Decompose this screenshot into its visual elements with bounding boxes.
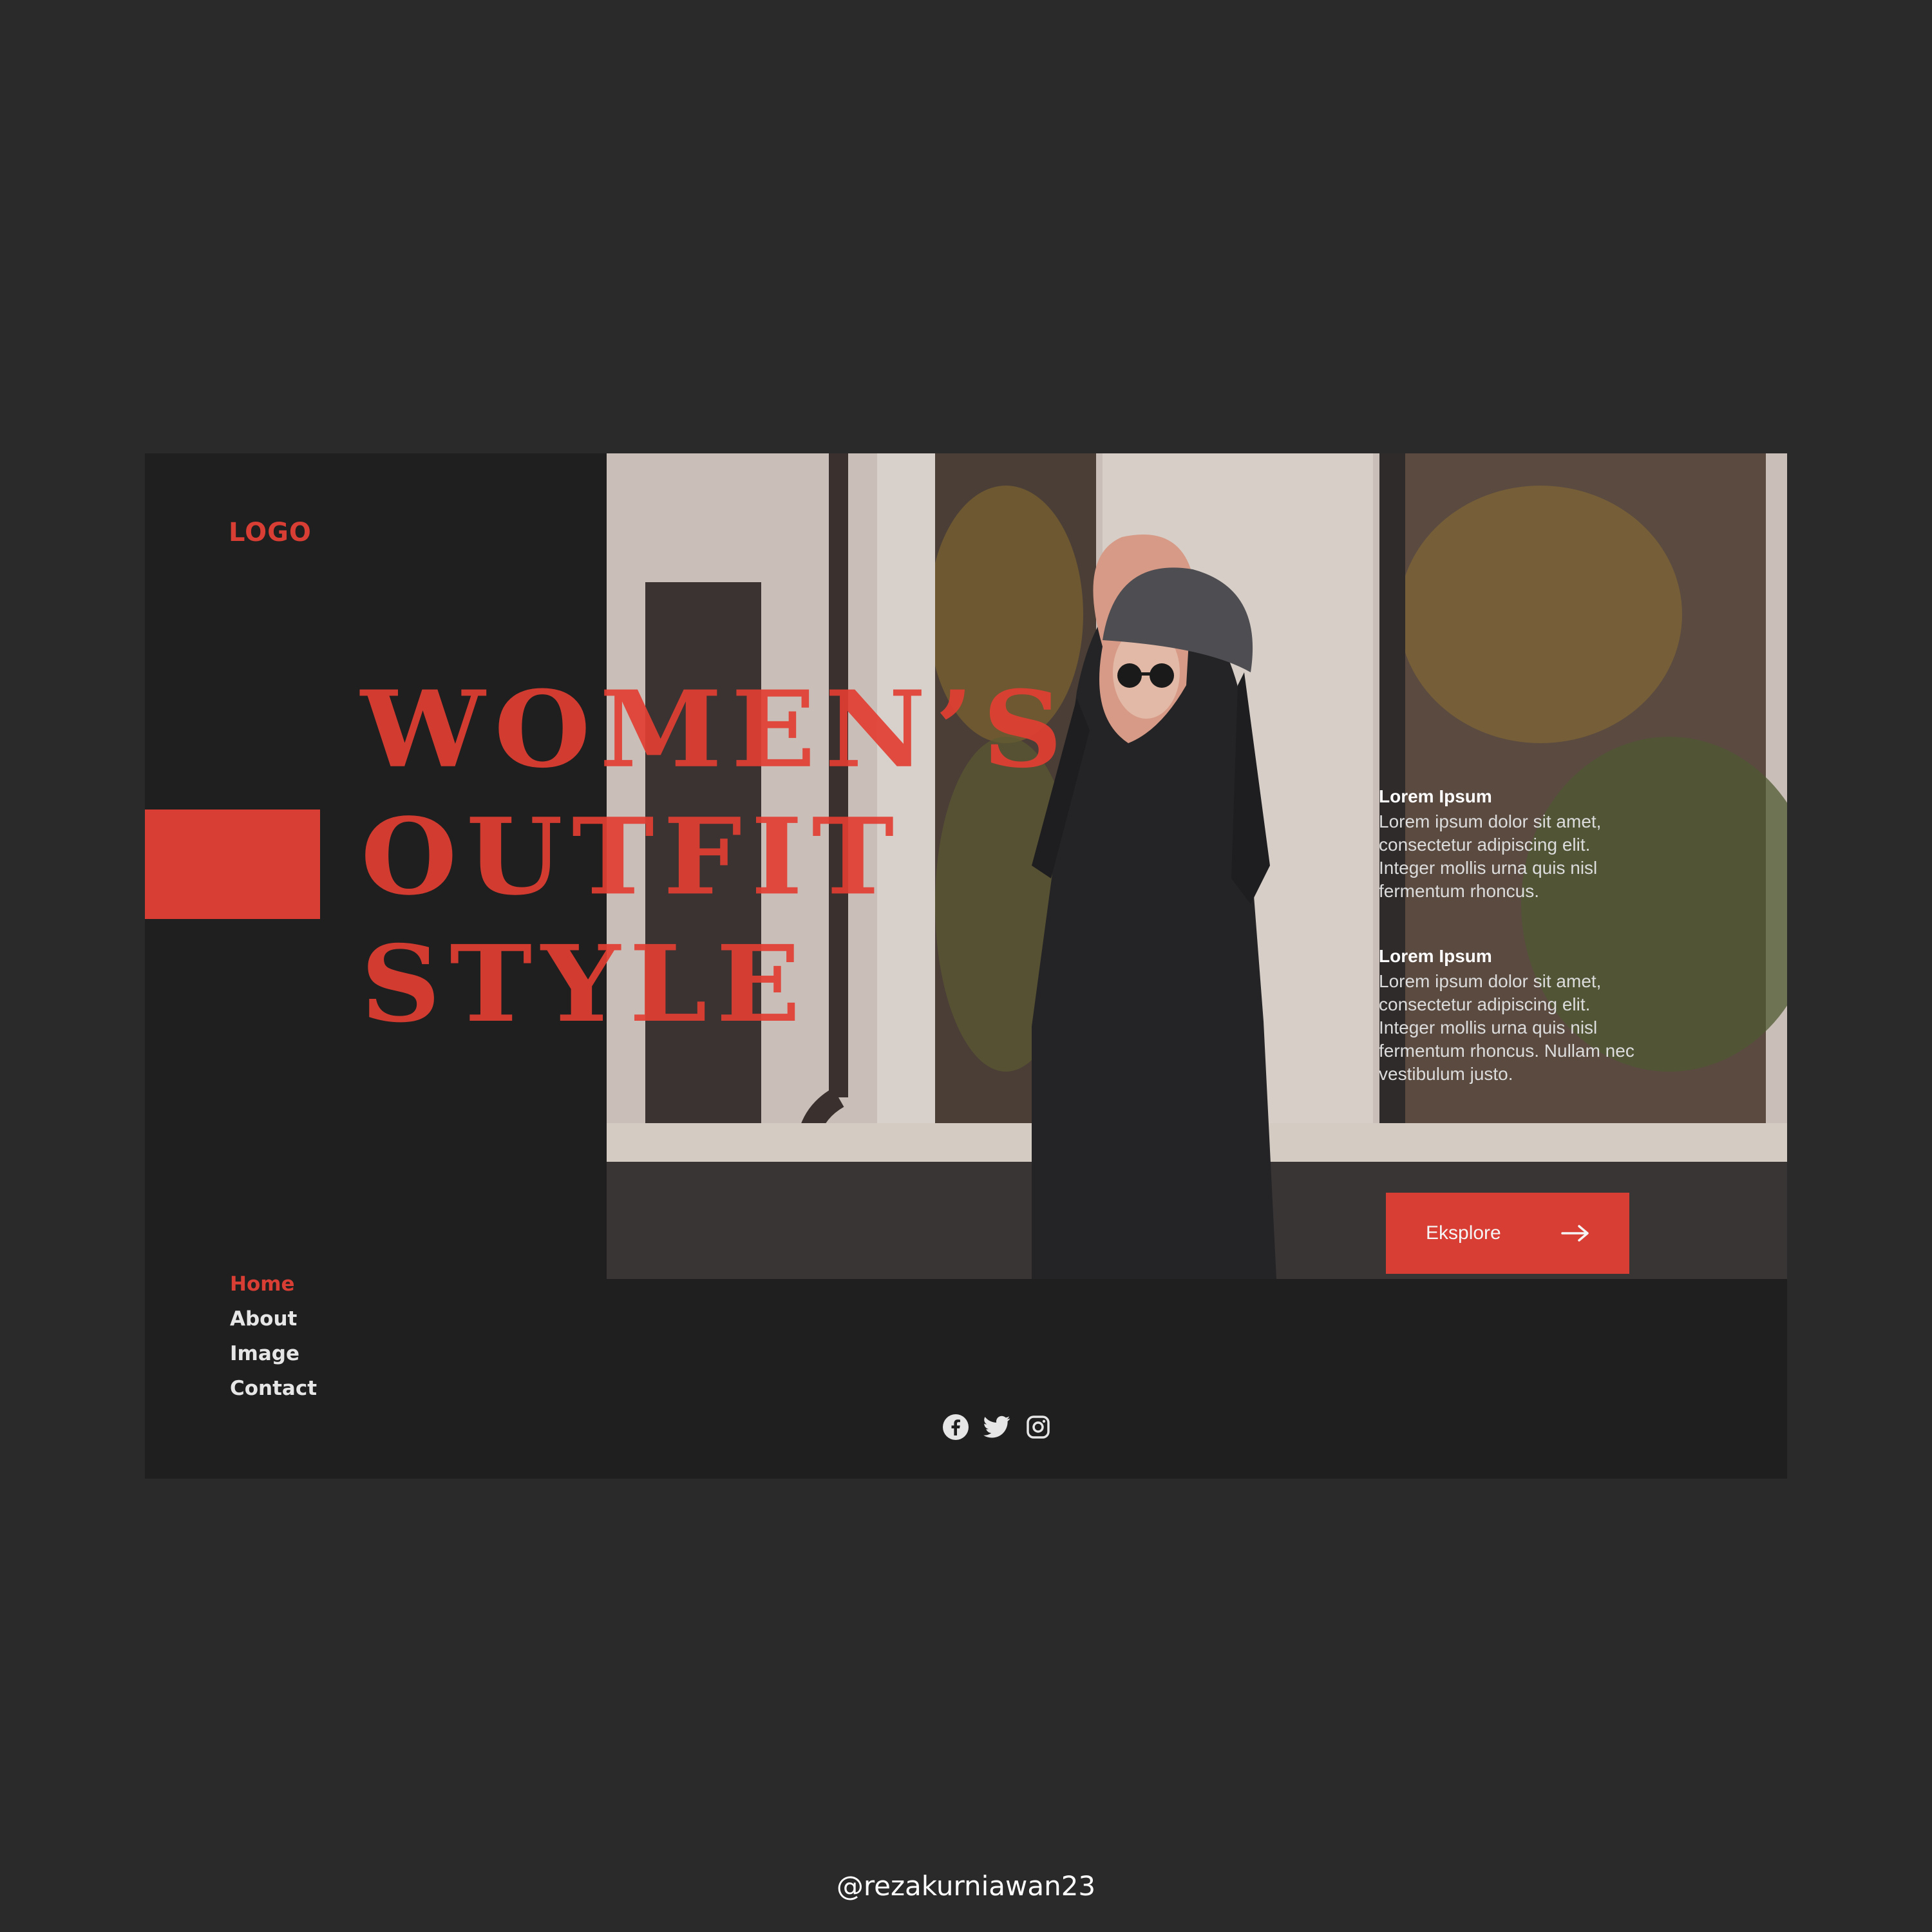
nav-item-home[interactable]: Home [230,1267,317,1302]
logo[interactable]: LOGO [229,518,312,547]
main-nav: Home About Image Contact [230,1267,317,1406]
info-title: Lorem Ipsum [1379,946,1492,966]
social-links [942,1414,1052,1441]
facebook-icon[interactable] [942,1414,969,1441]
info-block: Lorem Ipsum Lorem ipsum dolor sit amet, … [1379,945,1649,1086]
instagram-icon[interactable] [1025,1414,1052,1441]
hero-headline: WOMEN’S OUTFIT STYLE [361,666,1072,1048]
twitter-icon[interactable] [983,1414,1010,1441]
headline-line: WOMEN’S [361,667,1072,791]
nav-item-contact[interactable]: Contact [230,1371,317,1406]
eksplore-button[interactable]: Eksplore [1386,1193,1629,1274]
nav-item-image[interactable]: Image [230,1336,317,1371]
author-credit: @rezakurniawan23 [836,1870,1096,1902]
eksplore-label: Eksplore [1426,1222,1501,1244]
nav-item-about[interactable]: About [230,1302,317,1336]
info-block: Lorem Ipsum Lorem ipsum dolor sit amet, … [1379,786,1649,903]
info-body: Lorem ipsum dolor sit amet, consectetur … [1379,971,1634,1084]
info-body: Lorem ipsum dolor sit amet, consectetur … [1379,811,1602,901]
info-title: Lorem Ipsum [1379,786,1492,806]
headline-line: STYLE [361,922,810,1046]
landing-card: LOGO WOMEN’S OUTFIT STYLE Lorem Ipsum Lo… [145,453,1787,1479]
accent-block [145,810,320,919]
arrow-right-icon [1561,1224,1589,1242]
headline-line: OUTFIT [361,794,904,919]
